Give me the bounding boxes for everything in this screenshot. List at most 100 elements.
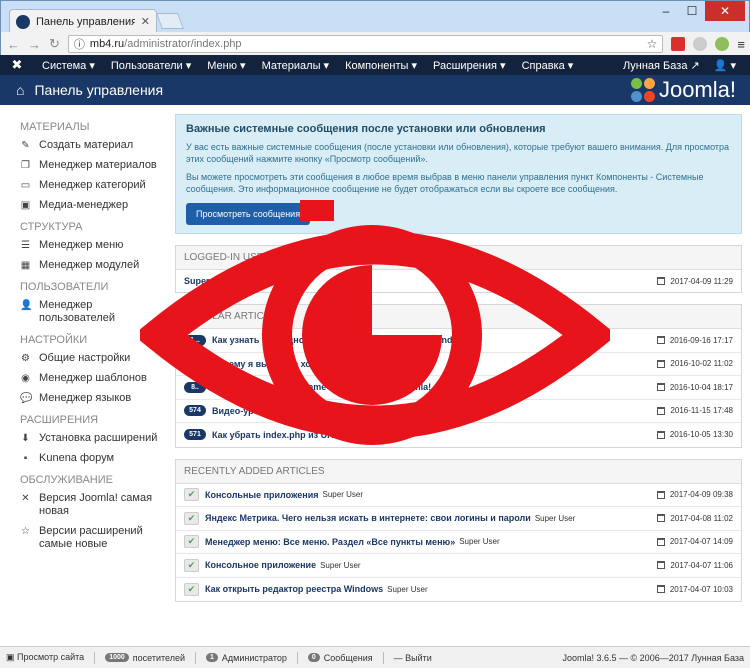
menu-system[interactable]: Система ▾ xyxy=(34,59,103,72)
sidebar-item-articles[interactable]: ❐ Менеджер материалов xyxy=(20,159,165,172)
row-date: 2016-09-16 17:17 xyxy=(656,336,733,345)
sidebar-item-kunena[interactable]: ▪ Kunena форум xyxy=(20,452,165,465)
row-date: 2017-04-07 10:03 xyxy=(656,585,733,594)
published-check-icon[interactable]: ✔ xyxy=(184,558,199,572)
row-date: 2016-10-02 11:02 xyxy=(657,359,733,368)
menu-users[interactable]: Пользователи ▾ xyxy=(103,59,199,72)
alert-text: Вы можете просмотреть эти сообщения в лю… xyxy=(186,172,704,194)
close-tab-icon[interactable]: ✕ xyxy=(141,15,150,28)
sidebar-item-modules[interactable]: ▦ Менеджер модулей xyxy=(20,259,165,272)
calendar-icon xyxy=(656,585,665,594)
article-link[interactable]: Консольные приложения xyxy=(205,490,319,500)
reload-icon[interactable]: ↻ xyxy=(49,36,60,52)
admins-label: Администратор xyxy=(221,652,287,663)
article-link[interactable]: Консольное приложение xyxy=(205,560,316,570)
address-bar[interactable]: ⓘ mb4.ru/administrator/index.php ☆ xyxy=(67,35,664,53)
extension-icon[interactable] xyxy=(715,37,730,51)
table-row: ✔ Яндекс Метрика. Чего нельзя искать в ин… xyxy=(176,507,741,531)
page-title: Панель управления xyxy=(34,82,164,98)
logout-link[interactable]: — Выйти xyxy=(394,653,432,663)
forward-icon[interactable]: → xyxy=(28,37,41,52)
sidebar-item-templates[interactable]: ◉ Менеджер шаблонов xyxy=(20,372,165,385)
calendar-icon xyxy=(656,383,665,392)
article-link[interactable]: Яндекс Метрика. Чего нельзя искать в инт… xyxy=(205,513,531,523)
calendar-icon xyxy=(657,277,666,285)
eye-icon: ◉ xyxy=(21,373,30,384)
sidebar-item-global-config[interactable]: ⚙ Общие настройки xyxy=(20,352,165,365)
article-link[interactable]: Как узнать разрядность операционной сист… xyxy=(212,335,478,345)
cube-icon: ▦ xyxy=(20,260,31,271)
user-menu[interactable]: 👤 ▾ xyxy=(714,59,736,72)
view-messages-button[interactable]: Просмотреть сообщения xyxy=(186,203,311,225)
star-icon: ☆ xyxy=(21,526,30,537)
site-link[interactable]: Лунная База ↗ xyxy=(623,59,700,72)
section-title: НАСТРОЙКИ xyxy=(20,334,88,346)
section-title: ПОЛЬЗОВАТЕЛИ xyxy=(20,281,109,293)
divider xyxy=(195,651,197,664)
minimize-icon[interactable]: – xyxy=(653,1,679,21)
comments-icon: 💬 xyxy=(20,393,33,404)
published-check-icon[interactable]: ✔ xyxy=(184,488,199,502)
menu-components[interactable]: Компоненты ▾ xyxy=(337,59,425,72)
back-icon[interactable]: ← xyxy=(7,37,20,52)
divider xyxy=(94,651,96,664)
published-check-icon[interactable]: ✔ xyxy=(184,582,199,596)
menu-content[interactable]: Материалы ▾ xyxy=(254,59,337,72)
new-tab-button[interactable] xyxy=(156,13,184,29)
table-row: 571 Как убрать index.php из URL в MediaWi… xyxy=(176,423,741,447)
sidebar-item-create-article[interactable]: ✎ Создать материал xyxy=(20,139,165,152)
messages-link[interactable]: Сообщения xyxy=(324,653,373,663)
view-site-link[interactable]: ▣ Просмотр сайта xyxy=(6,652,84,663)
calendar-icon xyxy=(656,336,665,345)
close-window-icon[interactable]: ✕ xyxy=(705,1,745,21)
row-date: 2017-04-09 11:29 xyxy=(657,277,733,286)
section-title: СТРУКТУРА xyxy=(20,221,83,233)
menu-extensions[interactable]: Расширения ▾ xyxy=(425,59,514,72)
user-link[interactable]: Super User xyxy=(184,276,232,286)
profile-icon[interactable] xyxy=(693,37,708,51)
article-author: Super User xyxy=(387,584,428,594)
sidebar-item-languages[interactable]: 💬 Менеджер языков xyxy=(20,392,165,405)
browser-tab[interactable]: Панель управления - Л ✕ xyxy=(9,9,157,33)
bookmark-star-icon[interactable]: ☆ xyxy=(647,37,658,51)
article-link[interactable]: Как открыть редактор реестра Windows xyxy=(205,584,383,594)
article-link[interactable]: Видео-уроки HTML. Часть 1. Инструментари… xyxy=(212,406,415,416)
published-check-icon[interactable]: ✔ xyxy=(184,511,199,525)
sidebar-item-categories[interactable]: ▭ Менеджер категорий xyxy=(20,179,165,192)
menu-help[interactable]: Справка ▾ xyxy=(514,59,582,72)
hits-badge: 571 xyxy=(184,429,206,441)
maximize-icon[interactable]: ☐ xyxy=(679,1,705,21)
url-path: /administrator/index.php xyxy=(124,38,242,50)
article-author: Super User xyxy=(322,490,363,500)
sidebar-item-install-extensions[interactable]: ⬇ Установка расширений xyxy=(20,432,165,445)
menu-menus[interactable]: Меню ▾ xyxy=(199,59,253,72)
sidebar-section-settings: НАСТРОЙКИ ⚙ Общие настройки ◉ Менеджер шаб… xyxy=(20,332,165,405)
extension-icon[interactable] xyxy=(671,37,686,51)
menu-icon[interactable]: ≡ xyxy=(737,37,745,52)
article-link[interactable]: Почему я выбираю хостинг FirstVDS xyxy=(212,359,375,369)
visitors-count-badge: 1000 xyxy=(105,653,129,662)
window-controls: – ☐ ✕ xyxy=(653,1,745,21)
sidebar-section-users: ПОЛЬЗОВАТЕЛИ 👤 Менеджер пользователей xyxy=(20,279,165,325)
sidebar-item-joomla-version[interactable]: ✕ Версия Joomla! самая новая xyxy=(20,492,165,518)
sidebar-item-media[interactable]: ▣ Медиа-менеджер xyxy=(20,199,165,212)
section-title: ОБСЛУЖИВАНИЕ xyxy=(20,474,113,486)
article-author: Super User xyxy=(320,560,361,570)
tab-title: Панель управления - Л xyxy=(36,15,135,28)
calendar-icon xyxy=(657,406,666,415)
joomla-logo-icon[interactable]: ✖ xyxy=(0,57,34,73)
article-link[interactable]: Как убрать meta-тег name="generator" из … xyxy=(212,382,431,392)
sidebar-item-menus[interactable]: ☰ Менеджер меню xyxy=(20,239,165,252)
visitors-label: посетителей xyxy=(132,652,186,663)
published-check-icon[interactable]: ✔ xyxy=(184,535,199,549)
calendar-icon xyxy=(656,537,665,546)
page-info-icon[interactable]: ⓘ xyxy=(74,36,85,52)
sidebar-item-extension-versions[interactable]: ☆ Версии расширений самые новые xyxy=(20,525,165,551)
main-content: Важные системные сообщения после установ… xyxy=(175,114,742,602)
article-link[interactable]: Менеджер меню: Все меню. Раздел «Все пун… xyxy=(205,537,455,547)
calendar-icon xyxy=(657,359,666,368)
browser-window: Панель управления - Л ✕ – ☐ ✕ ← → ↻ ⓘ mb… xyxy=(0,0,750,56)
sidebar-item-users[interactable]: 👤 Менеджер пользователей xyxy=(20,299,165,325)
alert-heading: Важные системные сообщения после установ… xyxy=(186,123,546,135)
article-link[interactable]: Как убрать index.php из URL в MediaWiki xyxy=(212,430,393,440)
